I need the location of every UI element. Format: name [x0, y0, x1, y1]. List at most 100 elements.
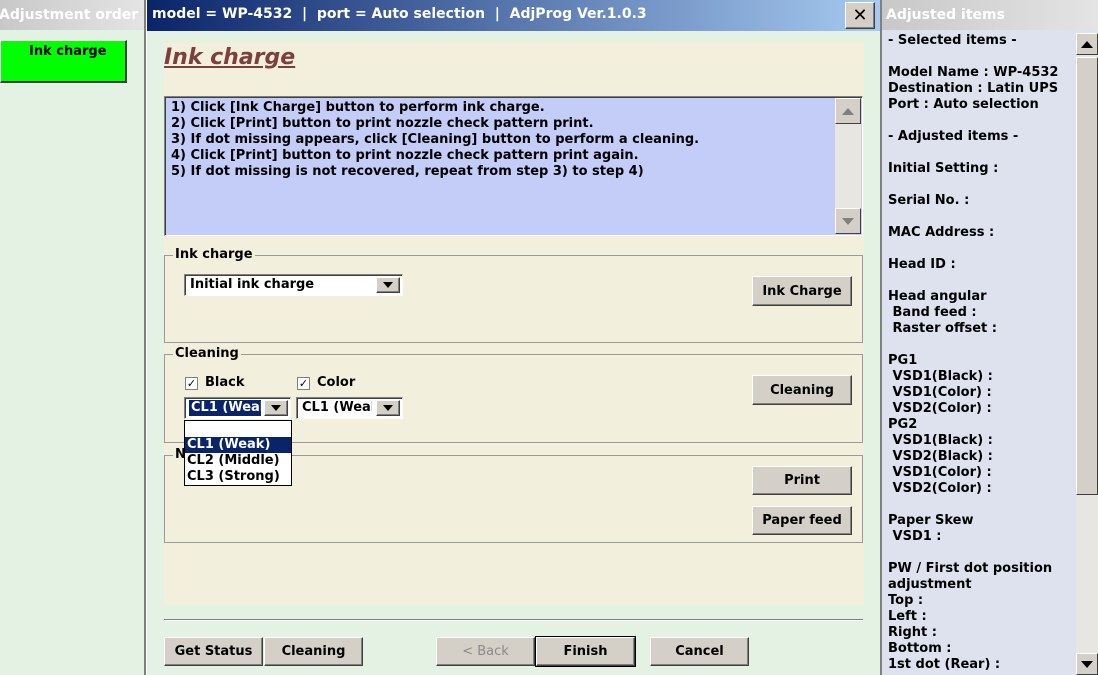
adjusted-item-line: - Adjusted items - [888, 129, 1019, 144]
adjusted-item-line: Top : [888, 593, 924, 608]
instruction-line: 2) Click [Print] button to print nozzle … [171, 116, 594, 131]
instructions-scrollbar[interactable] [835, 98, 861, 234]
adjusted-items-scrollbar[interactable] [1076, 33, 1098, 675]
adjusted-item-line [888, 113, 1074, 129]
ink-charge-select-value: Initial ink charge [190, 277, 315, 292]
scroll-thumb[interactable] [1076, 57, 1098, 495]
adjusted-items-panel: Adjusted items - Selected items - Model N… [880, 0, 1098, 675]
adjustment-order-panel: Adjustment order Ink charge [0, 0, 146, 675]
ink-charge-select[interactable]: Initial ink charge [184, 274, 403, 296]
cleaning-button[interactable]: Cleaning [752, 375, 852, 405]
adjusted-item-line: adjustment [888, 577, 972, 592]
close-icon: ✕ [852, 5, 868, 26]
page-title: Ink charge [164, 45, 296, 70]
adjusted-item-line: PG1 [888, 353, 918, 368]
instructions-box: 1) Click [Ink Charge] button to perform … [164, 96, 863, 236]
adjusted-item-line [888, 241, 1074, 257]
ink-charge-button[interactable]: Ink Charge [752, 276, 852, 306]
dropdown-button[interactable] [376, 400, 400, 416]
finish-button[interactable]: Finish [535, 636, 636, 667]
instruction-line: 5) If dot missing is not recovered, repe… [171, 164, 644, 179]
main-window: model = WP-4532 | port = Auto selection … [147, 0, 880, 675]
adjusted-item-line: Model Name : WP-4532 [888, 65, 1059, 80]
adjusted-item-line [888, 49, 1074, 65]
dropdown-option[interactable]: CL3 (Strong) [185, 469, 291, 485]
dropdown-button[interactable] [376, 277, 400, 293]
black-label: Black [205, 375, 245, 390]
close-button[interactable]: ✕ [845, 2, 875, 29]
adjusted-item-line: MAC Address : [888, 225, 995, 240]
dropdown-option[interactable]: CL2 (Middle) [185, 453, 291, 469]
cancel-button[interactable]: Cancel [650, 637, 749, 666]
adjusted-item-line: Serial No. : [888, 193, 970, 208]
adjusted-item-line [888, 545, 1074, 561]
color-label: Color [317, 375, 356, 390]
black-cleaning-select[interactable]: CL1 (Weak [184, 397, 291, 419]
adjusted-item-line: VSD1(Color) : [888, 385, 992, 400]
color-cleaning-select-value: CL1 (Weak [302, 400, 372, 415]
arrow-up-icon [1081, 40, 1093, 48]
get-status-button[interactable]: Get Status [164, 637, 263, 666]
instruction-line: 3) If dot missing appears, click [Cleani… [171, 132, 700, 147]
adjusted-item-line: VSD1(Color) : [888, 465, 992, 480]
adjusted-item-line: VSD2(Black) : [888, 449, 993, 464]
adjustment-item-label: Ink charge [29, 44, 107, 59]
adjusted-item-line: VSD1(Black) : [888, 369, 993, 384]
adjusted-item-line: Band feed : [888, 305, 977, 320]
adjusted-item-line: Head angular [888, 289, 987, 304]
adjusted-item-line: VSD1 : [888, 529, 942, 544]
black-cleaning-select-value: CL1 (Weak [189, 400, 261, 416]
adjusted-item-line: VSD1(Black) : [888, 433, 993, 448]
scroll-up-button[interactable] [1076, 33, 1098, 55]
dropdown-button[interactable] [264, 400, 288, 416]
cleaning-group-label: Cleaning [173, 346, 241, 362]
adjusted-item-line [888, 497, 1074, 513]
window-titlebar: model = WP-4532 | port = Auto selection … [147, 0, 880, 31]
adjusted-item-line [888, 177, 1074, 193]
adjusted-items-list: - Selected items - Model Name : WP-4532 De… [888, 33, 1074, 673]
adjusted-item-line: Port : Auto selection [888, 97, 1039, 112]
arrow-down-icon [842, 217, 854, 225]
adjusted-items-title-text: Adjusted items [886, 7, 1005, 23]
adjusted-item-line: Paper Skew [888, 513, 974, 528]
scroll-up-button[interactable] [835, 98, 861, 124]
adjusted-item-line: VSD2(Color) : [888, 401, 992, 416]
black-checkbox[interactable]: ✓ [185, 377, 198, 390]
adjusted-item-line [888, 337, 1074, 353]
adjusted-item-line: Head ID : [888, 257, 956, 272]
adjusted-item-line: PG2 [888, 417, 918, 432]
adjusted-item-line [888, 273, 1074, 289]
adjusted-items-title: Adjusted items [882, 0, 1098, 30]
color-cleaning-select[interactable]: CL1 (Weak [296, 397, 403, 419]
instruction-line: 4) Click [Print] button to print nozzle … [171, 148, 639, 163]
adjustment-item-ink-charge[interactable]: Ink charge [0, 40, 127, 83]
footer-separator [164, 619, 863, 621]
window-title: model = WP-4532 | port = Auto selection … [152, 6, 647, 22]
chevron-down-icon [383, 405, 393, 411]
scroll-down-button[interactable] [1076, 653, 1098, 675]
adjusted-item-line: VSD2(Color) : [888, 481, 992, 496]
adjustment-order-title: Adjustment order [0, 0, 144, 30]
back-button[interactable]: < Back [436, 637, 535, 666]
adjusted-item-line: Raster offset : [888, 321, 997, 336]
adjusted-item-line: Bottom : [888, 641, 952, 656]
arrow-up-icon [842, 107, 854, 115]
paper-feed-button[interactable]: Paper feed [752, 506, 852, 535]
adjusted-item-line [888, 209, 1074, 225]
adjusted-item-line: - Selected items - [888, 33, 1017, 48]
adjusted-item-line: Initial Setting : [888, 161, 999, 176]
chevron-down-icon [271, 405, 281, 411]
scroll-down-button[interactable] [835, 208, 861, 234]
instruction-line: 1) Click [Ink Charge] button to perform … [171, 100, 545, 115]
color-checkbox[interactable]: ✓ [297, 377, 310, 390]
footer-cleaning-button[interactable]: Cleaning [264, 637, 363, 666]
instructions-text: 1) Click [Ink Charge] button to perform … [171, 100, 699, 180]
print-button[interactable]: Print [752, 466, 852, 495]
chevron-down-icon [383, 282, 393, 288]
ink-charge-group-label: Ink charge [173, 247, 255, 263]
adjustment-order-title-text: Adjustment order [0, 7, 139, 23]
adjusted-item-line: PW / First dot position [888, 561, 1053, 576]
cleaning-dropdown-list[interactable]: CL1 (Weak) CL2 (Middle) CL3 (Strong) [184, 420, 292, 486]
dropdown-option[interactable]: CL1 (Weak) [185, 437, 291, 453]
adjusted-item-line: Right : [888, 625, 937, 640]
